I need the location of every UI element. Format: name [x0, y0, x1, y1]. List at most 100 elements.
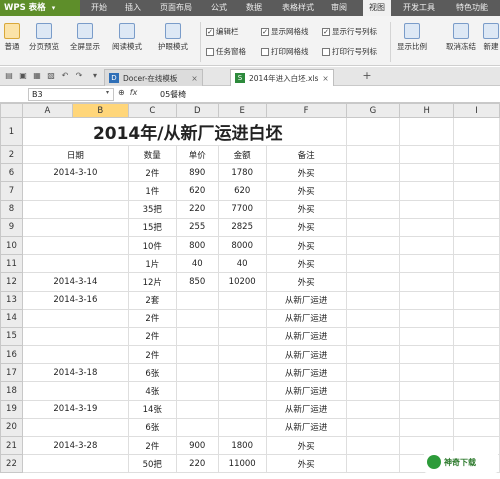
column-header-e[interactable]: E — [217, 103, 267, 118]
qty-cell[interactable]: 6张 — [127, 417, 177, 438]
cell[interactable] — [345, 235, 401, 256]
cell[interactable] — [453, 144, 500, 165]
cell[interactable] — [399, 417, 455, 438]
date-cell[interactable]: 2014-3-14 — [21, 272, 129, 292]
price-cell[interactable]: 255 — [175, 217, 219, 237]
quick-access-dropdown-icon[interactable]: ▾ — [90, 71, 100, 81]
row-header[interactable]: 15 — [0, 326, 23, 347]
note-cell[interactable]: 从新厂运进 — [265, 363, 347, 383]
amount-cell[interactable]: 1800 — [217, 435, 267, 456]
note-cell[interactable]: 外买 — [265, 199, 347, 219]
unfreeze-button[interactable]: 取消冻结 — [446, 23, 476, 52]
qty-cell[interactable]: 2件 — [127, 163, 177, 183]
tab-home[interactable]: 开始 — [91, 0, 107, 16]
amount-cell[interactable]: 620 — [217, 181, 267, 201]
note-cell[interactable]: 外买 — [265, 181, 347, 201]
cell[interactable] — [453, 417, 500, 438]
column-header-a[interactable]: A — [21, 103, 73, 118]
cell[interactable] — [345, 326, 401, 347]
amount-cell[interactable]: 10200 — [217, 272, 267, 292]
cell[interactable] — [453, 217, 500, 237]
cell[interactable] — [345, 272, 401, 292]
row-header[interactable]: 12 — [0, 272, 23, 292]
note-cell[interactable]: 从新厂运进 — [265, 345, 347, 365]
formula-input[interactable]: 05餐椅 — [160, 88, 186, 101]
chevron-down-icon[interactable]: ▾ — [106, 89, 109, 96]
date-cell[interactable] — [21, 326, 129, 347]
price-cell[interactable]: 220 — [175, 454, 219, 474]
price-cell[interactable]: 220 — [175, 199, 219, 219]
save-icon[interactable]: ▣ — [18, 71, 28, 81]
price-cell[interactable] — [175, 308, 219, 328]
row-header[interactable]: 17 — [0, 363, 23, 383]
cell[interactable] — [453, 290, 500, 310]
qty-cell[interactable]: 6张 — [127, 363, 177, 383]
zoom-button[interactable]: 显示比例 — [397, 23, 427, 52]
cell[interactable] — [345, 144, 401, 165]
gridlines-checkbox[interactable]: ✓ 显示网格线 — [261, 26, 309, 37]
cell[interactable] — [345, 399, 401, 419]
reading-mode-button[interactable]: 阅读模式 — [112, 23, 142, 52]
qty-cell[interactable]: 1片 — [127, 254, 177, 274]
qty-cell[interactable]: 2件 — [127, 308, 177, 328]
price-cell[interactable]: 850 — [175, 272, 219, 292]
cell[interactable] — [399, 399, 455, 419]
date-cell[interactable] — [21, 235, 129, 256]
column-header-h[interactable]: H — [399, 103, 455, 118]
cell[interactable] — [399, 363, 455, 383]
close-icon[interactable]: × — [191, 74, 197, 83]
date-cell[interactable] — [21, 181, 129, 201]
print-headings-checkbox[interactable]: 打印行号列标 — [322, 46, 377, 57]
price-cell[interactable] — [175, 363, 219, 383]
row-header[interactable]: 20 — [0, 417, 23, 438]
date-cell[interactable] — [21, 417, 129, 438]
cell[interactable] — [453, 117, 500, 146]
cell[interactable] — [399, 117, 455, 146]
close-icon[interactable]: × — [322, 74, 328, 83]
column-header-b[interactable]: B — [71, 103, 129, 118]
cell[interactable] — [453, 272, 500, 292]
note-cell[interactable]: 从新厂运进 — [265, 308, 347, 328]
price-cell[interactable] — [175, 381, 219, 401]
price-cell[interactable]: 900 — [175, 435, 219, 456]
date-cell[interactable] — [21, 454, 129, 474]
new-tab-icon[interactable]: + — [362, 70, 372, 81]
note-cell[interactable]: 从新厂运进 — [265, 381, 347, 401]
row-header[interactable]: 14 — [0, 308, 23, 328]
qty-cell[interactable]: 2件 — [127, 345, 177, 365]
column-header-f[interactable]: F — [265, 103, 347, 118]
header-price[interactable]: 单价 — [175, 144, 219, 165]
print-icon[interactable]: ▦ — [32, 71, 42, 81]
price-cell[interactable] — [175, 290, 219, 310]
name-box[interactable]: B3 — [28, 88, 114, 101]
tab-formula[interactable]: 公式 — [211, 0, 227, 16]
note-cell[interactable]: 外买 — [265, 217, 347, 237]
cell[interactable] — [345, 381, 401, 401]
cell[interactable] — [399, 272, 455, 292]
amount-cell[interactable]: 7700 — [217, 199, 267, 219]
row-header[interactable]: 10 — [0, 235, 23, 256]
open-folder-icon[interactable]: ▤ — [4, 71, 14, 81]
cell[interactable] — [399, 144, 455, 165]
date-cell[interactable]: 2014-3-10 — [21, 163, 129, 183]
price-cell[interactable]: 890 — [175, 163, 219, 183]
headings-checkbox[interactable]: ✓ 显示行号列标 — [322, 26, 377, 37]
fullscreen-button[interactable]: 全屏显示 — [70, 23, 100, 52]
tab-view[interactable]: 视图 — [363, 0, 391, 16]
cell[interactable] — [399, 235, 455, 256]
cell[interactable] — [345, 217, 401, 237]
price-cell[interactable]: 40 — [175, 254, 219, 274]
qty-cell[interactable]: 14张 — [127, 399, 177, 419]
column-header-g[interactable]: G — [345, 103, 401, 118]
amount-cell[interactable] — [217, 326, 267, 347]
tab-docer-templates[interactable]: D Docer-在线模板 × — [104, 69, 203, 86]
cell[interactable] — [453, 345, 500, 365]
cell[interactable] — [345, 454, 401, 474]
row-header[interactable]: 11 — [0, 254, 23, 274]
cell[interactable] — [345, 199, 401, 219]
header-note[interactable]: 备注 — [265, 144, 347, 165]
row-header[interactable]: 2 — [0, 144, 23, 165]
cell[interactable] — [399, 381, 455, 401]
date-cell[interactable]: 2014-3-28 — [21, 435, 129, 456]
price-cell[interactable]: 800 — [175, 235, 219, 256]
